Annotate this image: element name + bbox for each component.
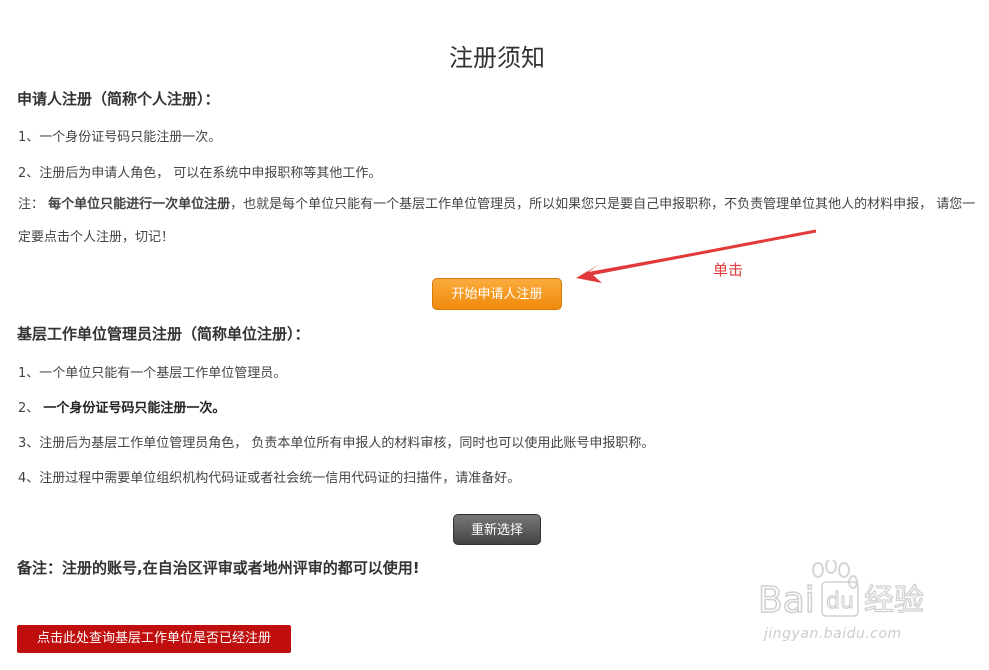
red-arrow-annotation — [576, 229, 817, 283]
personal-item-2: 2、注册后为申请人角色， 可以在系统中申报职称等其他工作。 — [18, 166, 382, 181]
baidu-jingyan-watermark-logo: Bai du 经验 — [758, 560, 925, 622]
page-title: 注册须知 — [449, 44, 545, 72]
unit-register-heading: 基层工作单位管理员注册（简称单位注册）： — [17, 325, 310, 343]
query-unit-registered-button[interactable]: 点击此处查询基层工作单位是否已经注册 — [17, 625, 291, 653]
unit-item-1: 1、一个单位只能有一个基层工作单位管理员。 — [18, 366, 287, 381]
unit-item-4: 4、注册过程中需要单位组织机构代码证或者社会统一信用代码证的扫描件，请准备好。 — [18, 471, 521, 486]
remark-text: 备注：注册的账号,在自治区评审或者地州评审的都可以使用! — [17, 559, 420, 577]
unit-item-2: 2、 一个身份证号码只能注册一次。 — [18, 401, 226, 416]
personal-register-heading: 申请人注册（简称个人注册）： — [17, 90, 220, 108]
personal-note: 注： 每个单位只能进行一次单位注册，也就是每个单位只能有一个基层工作单位管理员，… — [18, 188, 980, 254]
watermark-url: jingyan.baidu.com — [764, 626, 902, 642]
start-applicant-register-button[interactable]: 开始申请人注册 — [432, 278, 562, 310]
unit-item-2-bold: 一个身份证号码只能注册一次。 — [43, 401, 226, 416]
unit-item-3: 3、注册后为基层工作单位管理员角色， 负责本单位所有申报人的材料审核，同时也可以… — [18, 436, 655, 451]
click-annotation-label: 单击 — [713, 261, 744, 279]
note-bold: 每个单位只能进行一次单位注册 — [48, 197, 231, 212]
note-prefix: 注： — [18, 197, 45, 212]
svg-text:du: du — [826, 589, 854, 614]
reselect-button[interactable]: 重新选择 — [453, 514, 541, 545]
svg-text:经验: 经验 — [864, 583, 924, 618]
personal-item-1: 1、一个身份证号码只能注册一次。 — [18, 130, 222, 145]
svg-text:Bai: Bai — [758, 580, 815, 621]
